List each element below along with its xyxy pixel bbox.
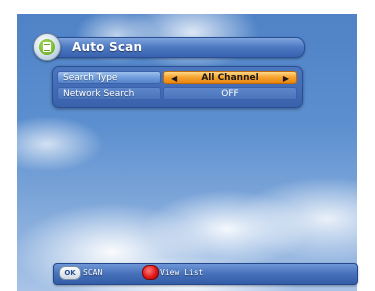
- scan-hint: SCAN: [83, 268, 103, 277]
- page-title: Auto Scan: [72, 40, 143, 54]
- red-key-icon[interactable]: [142, 265, 159, 280]
- arrow-right-icon[interactable]: ▶: [283, 72, 289, 85]
- search-type-selector[interactable]: ◀ All Channel ▶: [163, 71, 297, 84]
- view-list-hint: View List: [160, 268, 204, 277]
- network-search-value[interactable]: OFF: [163, 87, 297, 100]
- search-type-label[interactable]: Search Type: [57, 71, 161, 84]
- arrow-left-icon[interactable]: ◀: [171, 72, 177, 85]
- network-search-label[interactable]: Network Search: [57, 87, 161, 100]
- ok-key-icon[interactable]: OK: [59, 266, 81, 280]
- document-glyph: [43, 42, 51, 52]
- search-type-value: All Channel: [201, 73, 259, 83]
- scan-document-icon: [33, 33, 61, 61]
